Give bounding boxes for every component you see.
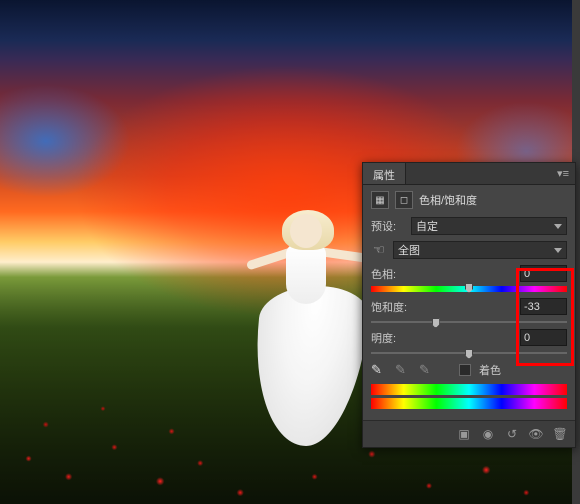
hue-sat-adjustment-icon: ▦ (371, 191, 389, 209)
lightness-label: 明度: (371, 330, 520, 346)
hue-label: 色相: (371, 266, 520, 282)
color-range-value: 全图 (398, 242, 420, 258)
view-previous-state-icon[interactable]: ◉ (479, 426, 497, 442)
eyedropper-icon[interactable]: ✎ (371, 362, 387, 378)
image-subject (244, 196, 374, 456)
preset-value: 自定 (416, 218, 438, 234)
annotation-highlight (516, 268, 574, 366)
panel-menu-icon[interactable]: ▾≡ (551, 163, 575, 184)
eyedropper-add-icon[interactable]: ✎ (395, 362, 411, 378)
clip-to-layer-icon[interactable]: ▣ (455, 426, 473, 442)
preset-label: 预设: (371, 218, 405, 234)
targeted-adjustment-icon[interactable]: ☜ (371, 242, 387, 258)
colorize-checkbox[interactable] (459, 364, 471, 376)
lightness-slider-thumb[interactable] (465, 349, 473, 359)
adjustment-header: ▦ ◻ 色相/饱和度 (371, 191, 567, 209)
mask-icon[interactable]: ◻ (395, 191, 413, 209)
toggle-visibility-icon[interactable]: 👁 (527, 426, 545, 442)
tab-properties[interactable]: 属性 (363, 163, 406, 184)
color-range-dropdown[interactable]: 全图 (393, 241, 567, 259)
reset-icon[interactable]: ↺ (503, 426, 521, 442)
preset-dropdown[interactable]: 自定 (411, 217, 567, 235)
delete-adjustment-icon[interactable]: 🗑 (551, 426, 569, 442)
color-range-strip-lower[interactable] (371, 398, 567, 409)
colorize-label: 着色 (479, 362, 501, 378)
hue-slider-thumb[interactable] (465, 283, 473, 293)
panel-tab-bar: 属性 ▾≡ (363, 163, 575, 185)
color-range-strip-upper[interactable] (371, 384, 567, 395)
adjustment-title: 色相/饱和度 (419, 192, 477, 208)
saturation-slider-thumb[interactable] (432, 318, 440, 328)
eyedropper-subtract-icon[interactable]: ✎ (419, 362, 435, 378)
color-range-strips (371, 384, 567, 409)
panel-footer: ▣ ◉ ↺ 👁 🗑 (363, 420, 575, 447)
saturation-label: 饱和度: (371, 299, 520, 315)
